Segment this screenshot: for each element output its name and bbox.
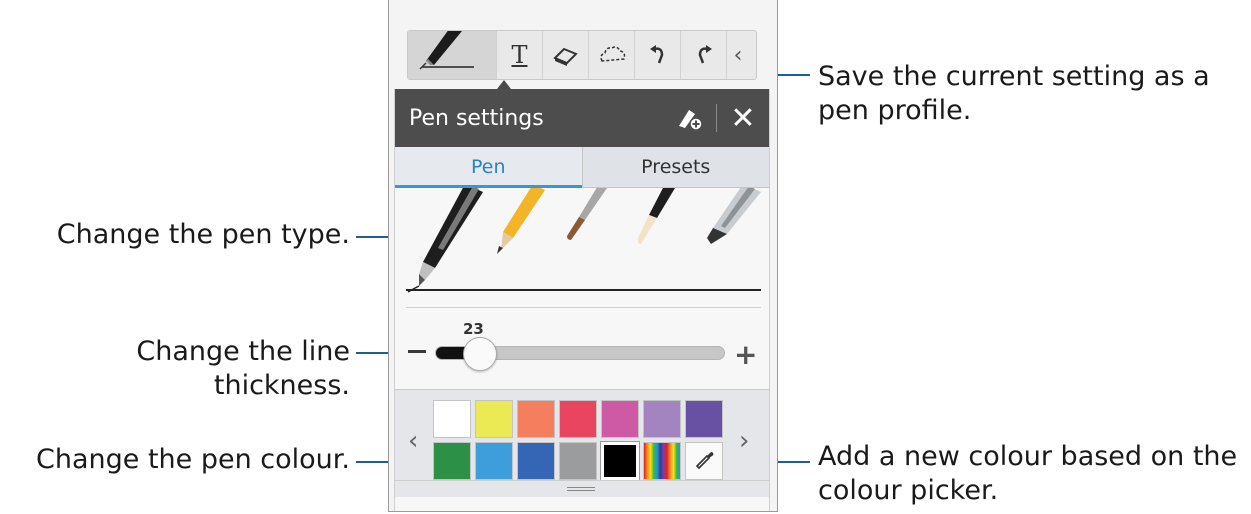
drag-handle-icon xyxy=(567,487,595,491)
colour-swatch[interactable] xyxy=(517,442,555,480)
pen-type-ballpoint-icon[interactable] xyxy=(407,188,483,293)
line-thickness-control: 23 + xyxy=(395,310,769,390)
colour-spectrum-swatch[interactable] xyxy=(643,442,681,480)
redo-button[interactable] xyxy=(681,31,727,79)
stroke-preview-line xyxy=(406,289,761,291)
colour-palette: ‹ › xyxy=(395,389,769,497)
callout-pen-colour: Change the pen colour. xyxy=(36,444,350,475)
eyedropper-icon xyxy=(693,448,715,475)
tab-presets[interactable]: Presets xyxy=(581,147,770,187)
callout-pen-type: Change the pen type. xyxy=(56,219,350,250)
chevron-left-icon: ‹ xyxy=(733,42,743,68)
eraser-icon xyxy=(552,47,578,66)
panel-title: Pen settings xyxy=(409,105,544,131)
colour-swatch[interactable] xyxy=(517,400,555,438)
colour-swatch-grid xyxy=(433,400,723,481)
palette-next-button[interactable]: › xyxy=(739,426,749,456)
pen-types xyxy=(407,188,761,293)
colour-swatch[interactable] xyxy=(601,400,639,438)
redo-icon xyxy=(698,45,712,64)
colour-swatch[interactable] xyxy=(433,442,471,480)
colour-swatch-selected[interactable] xyxy=(600,441,640,481)
pen-type-calligraphy-icon[interactable] xyxy=(637,188,675,244)
tab-pen[interactable]: Pen xyxy=(395,147,582,188)
colour-swatch[interactable] xyxy=(643,400,681,438)
settings-tabs: Pen Presets xyxy=(395,147,769,188)
pen-type-pencil-icon[interactable] xyxy=(497,188,545,254)
lasso-cloud-icon xyxy=(599,46,625,62)
eraser-tool-button[interactable] xyxy=(543,31,589,79)
thickness-slider-knob[interactable] xyxy=(463,337,497,371)
undo-button[interactable] xyxy=(635,31,681,79)
thickness-value: 23 xyxy=(463,320,484,338)
pen-type-selector xyxy=(395,188,769,310)
callout-colour-picker: Add a new colour based on the colour pic… xyxy=(818,441,1238,506)
pen-settings-panel: Pen settings ✕ Pen Presets 23 + ‹ › xyxy=(394,89,770,511)
tool-toolbar: T ‹ xyxy=(407,30,757,80)
device-screen: T ‹ Pen settings ✕ Pen Presets 23 + ‹ › xyxy=(388,0,778,512)
decrease-thickness-button[interactable] xyxy=(408,350,426,353)
callout-save-profile: Save the current setting as a pen profil… xyxy=(818,61,1210,126)
colour-swatch[interactable] xyxy=(433,400,471,438)
colour-swatch[interactable] xyxy=(475,400,513,438)
save-pen-profile-button[interactable] xyxy=(664,104,716,132)
panel-header: Pen settings ✕ xyxy=(395,89,769,147)
text-tool-icon: T xyxy=(511,41,528,69)
thickness-slider[interactable] xyxy=(435,337,725,371)
pen-add-icon xyxy=(679,110,703,131)
pen-type-marker-icon[interactable] xyxy=(707,188,761,244)
colour-picker-button[interactable] xyxy=(685,442,723,480)
palette-prev-button[interactable]: ‹ xyxy=(408,426,418,456)
close-icon: ✕ xyxy=(730,100,756,136)
undo-icon xyxy=(649,45,663,64)
text-tool-button[interactable]: T xyxy=(497,31,543,79)
colour-swatch[interactable] xyxy=(559,400,597,438)
popup-pointer xyxy=(497,80,511,89)
colour-swatch[interactable] xyxy=(559,442,597,480)
close-button[interactable]: ✕ xyxy=(717,101,769,136)
pen-nib-icon xyxy=(419,31,474,70)
section-divider xyxy=(406,307,761,308)
colour-swatch[interactable] xyxy=(475,442,513,480)
panel-handle-bar[interactable] xyxy=(395,480,769,497)
colour-swatch[interactable] xyxy=(685,400,723,438)
pen-type-brush-icon[interactable] xyxy=(567,188,607,240)
selection-tool-button[interactable] xyxy=(589,31,635,79)
increase-thickness-button[interactable]: + xyxy=(734,338,757,371)
pen-tool-button[interactable] xyxy=(408,31,497,79)
collapse-toolbar-button[interactable]: ‹ xyxy=(727,31,749,79)
callout-line-thickness: Change the line thickness. xyxy=(136,336,350,401)
